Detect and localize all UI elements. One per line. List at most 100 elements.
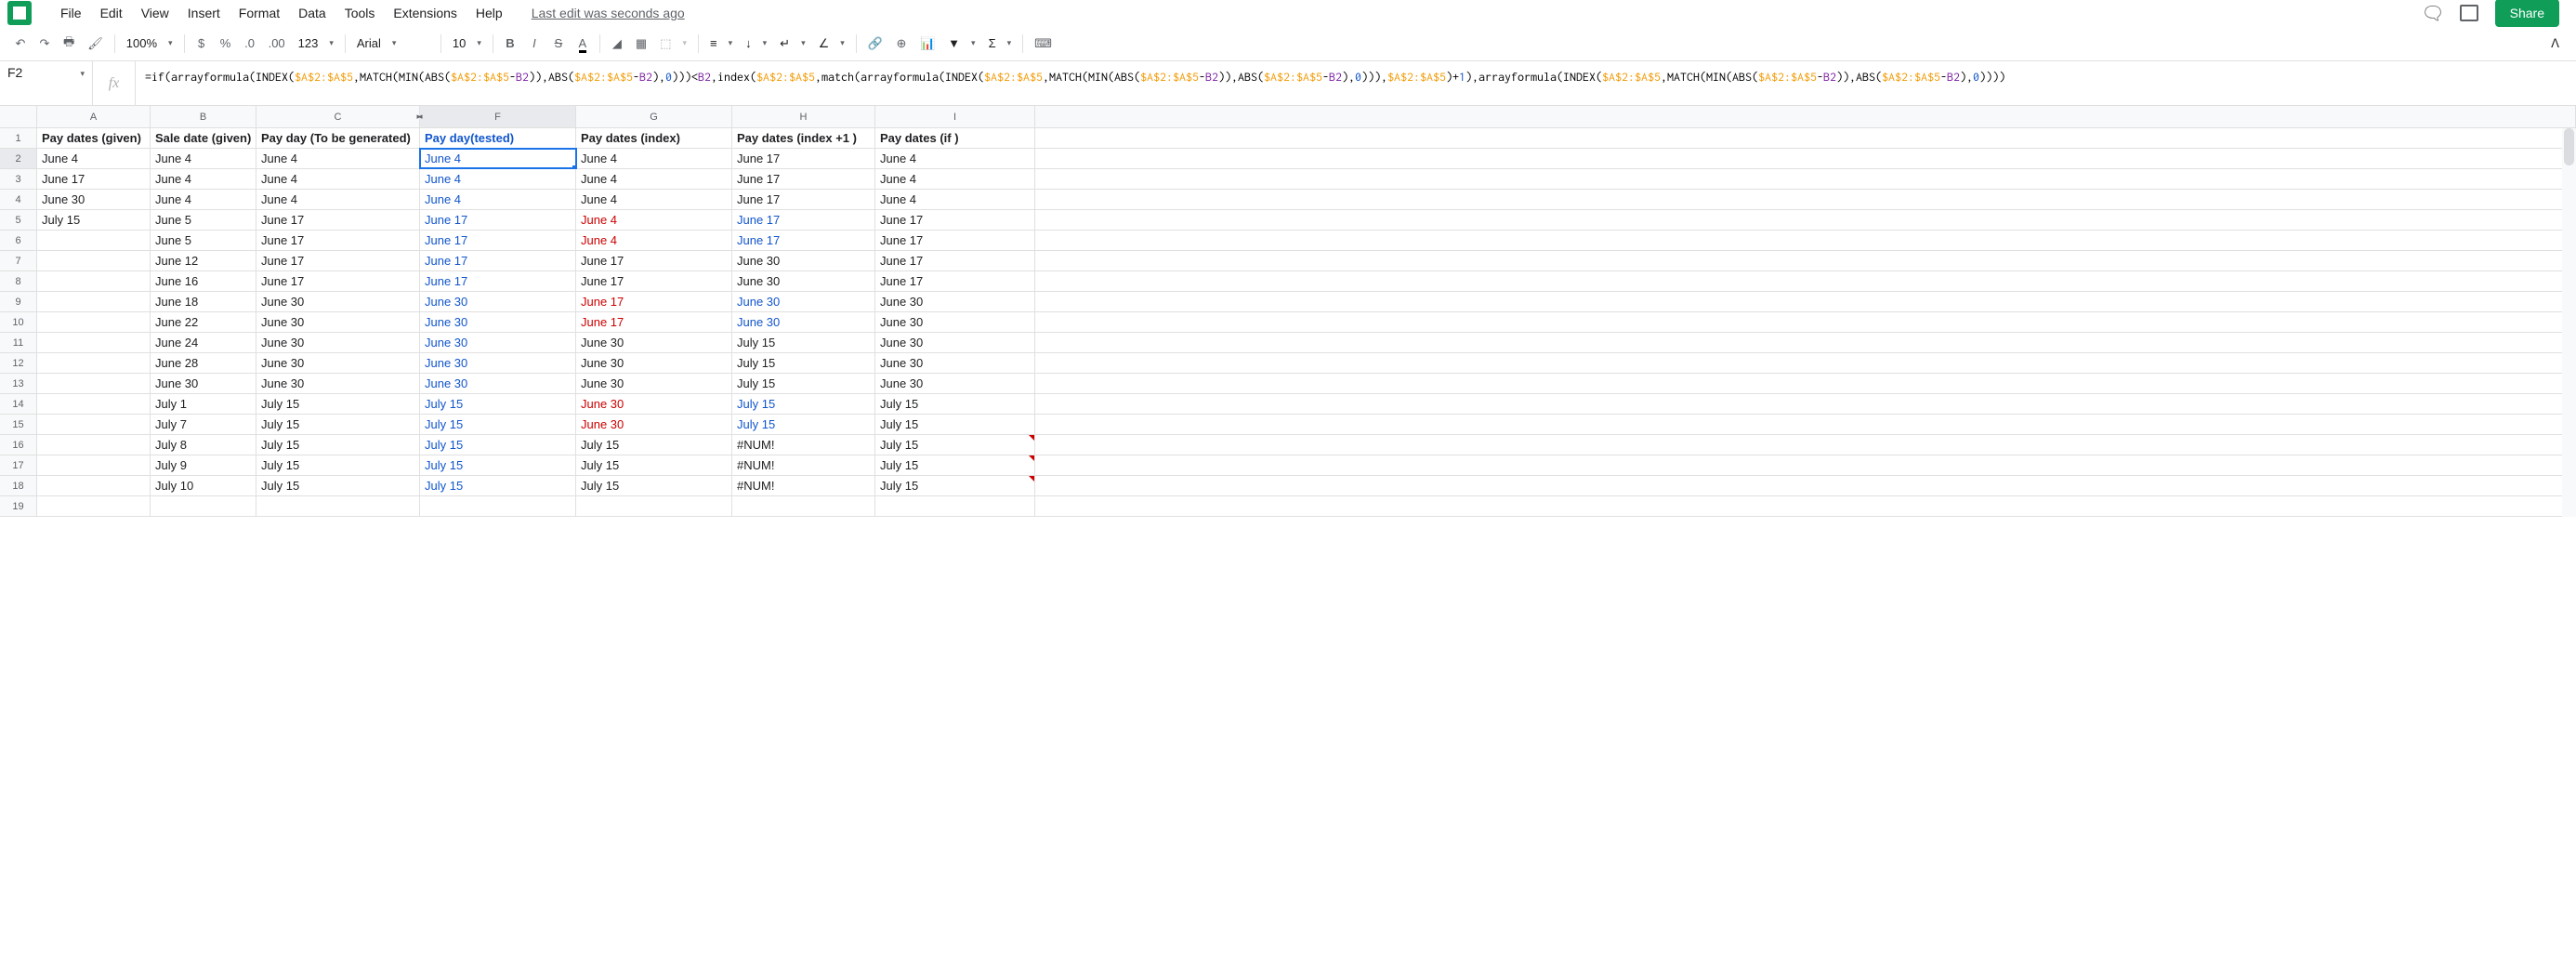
cell[interactable] <box>37 251 151 270</box>
cell[interactable]: June 4 <box>576 210 732 230</box>
cell[interactable] <box>576 496 732 516</box>
col-header-A[interactable]: A <box>37 106 151 127</box>
cell[interactable]: June 30 <box>420 374 576 393</box>
cell[interactable]: June 30 <box>576 374 732 393</box>
cell[interactable]: June 4 <box>420 169 576 189</box>
cell[interactable]: June 17 <box>576 251 732 270</box>
cell[interactable]: July 15 <box>732 353 875 373</box>
cell[interactable]: July 15 <box>732 415 875 434</box>
cell[interactable]: June 4 <box>256 169 420 189</box>
menu-extensions[interactable]: Extensions <box>385 2 465 24</box>
h-align-button[interactable]: ≡ <box>704 33 738 53</box>
cell[interactable]: June 30 <box>875 333 1035 352</box>
menu-format[interactable]: Format <box>230 2 288 24</box>
zoom-select[interactable]: 100% <box>121 33 178 53</box>
cell[interactable]: June 4 <box>576 169 732 189</box>
link-button[interactable]: 🔗 <box>862 32 888 56</box>
cell[interactable]: June 30 <box>875 292 1035 311</box>
cell[interactable]: June 17 <box>256 231 420 250</box>
cell[interactable] <box>151 496 256 516</box>
row-header[interactable]: 4 <box>0 190 37 209</box>
name-box[interactable]: F2 <box>0 61 93 105</box>
cell-header[interactable]: Pay day(tested) <box>420 128 576 148</box>
cell[interactable]: June 12 <box>151 251 256 270</box>
cell[interactable]: July 15 <box>256 394 420 414</box>
col-header-F[interactable]: F <box>420 106 576 127</box>
cell[interactable]: #NUM! <box>732 435 875 455</box>
print-button[interactable]: 🖶 <box>58 32 80 56</box>
cell[interactable]: June 30 <box>732 251 875 270</box>
redo-button[interactable]: ↷ <box>33 32 56 56</box>
cell[interactable]: June 4 <box>875 149 1035 168</box>
cell[interactable]: June 30 <box>732 271 875 291</box>
font-select[interactable]: Arial <box>351 33 435 53</box>
cell[interactable]: June 30 <box>576 353 732 373</box>
cell[interactable]: July 15 <box>875 455 1035 475</box>
increase-decimal-button[interactable]: .00 <box>263 32 291 56</box>
cell[interactable]: June 22 <box>151 312 256 332</box>
comment-button[interactable]: ⊕ <box>890 32 913 56</box>
cell[interactable]: June 17 <box>256 271 420 291</box>
comment-history-icon[interactable]: 🗨 <box>2421 2 2444 25</box>
functions-button[interactable]: Σ <box>983 33 1018 53</box>
cell[interactable]: June 30 <box>256 292 420 311</box>
menu-help[interactable]: Help <box>467 2 511 24</box>
cell[interactable]: June 4 <box>576 231 732 250</box>
cell[interactable]: June 17 <box>875 251 1035 270</box>
cell[interactable]: June 30 <box>151 374 256 393</box>
sheets-logo[interactable] <box>7 1 32 25</box>
cell[interactable]: July 15 <box>420 394 576 414</box>
borders-button[interactable]: ▦ <box>630 32 652 56</box>
row-header[interactable]: 14 <box>0 394 37 414</box>
cell[interactable]: July 10 <box>151 476 256 495</box>
cell[interactable]: June 4 <box>256 190 420 209</box>
decrease-decimal-button[interactable]: .0 <box>239 32 261 56</box>
cell[interactable]: July 15 <box>256 476 420 495</box>
wrap-button[interactable]: ↵ <box>774 33 810 54</box>
cell[interactable] <box>37 455 151 475</box>
cell[interactable]: June 4 <box>151 149 256 168</box>
cell[interactable]: June 5 <box>151 210 256 230</box>
cell[interactable]: July 8 <box>151 435 256 455</box>
cell[interactable]: #NUM! <box>732 455 875 475</box>
row-header[interactable]: 18 <box>0 476 37 495</box>
cell[interactable]: July 15 <box>875 476 1035 495</box>
cell[interactable] <box>37 312 151 332</box>
cell[interactable] <box>732 496 875 516</box>
cell[interactable]: June 30 <box>420 353 576 373</box>
cell[interactable]: June 30 <box>37 190 151 209</box>
cell-header[interactable]: Pay day (To be generated) <box>256 128 420 148</box>
cell[interactable]: June 17 <box>420 210 576 230</box>
cell[interactable]: June 30 <box>576 333 732 352</box>
text-color-button[interactable]: A <box>572 32 594 56</box>
cell[interactable]: July 15 <box>420 455 576 475</box>
cell[interactable]: June 30 <box>732 292 875 311</box>
rotate-button[interactable]: ∠ <box>813 33 850 54</box>
cell[interactable]: June 30 <box>420 312 576 332</box>
share-button[interactable]: Share <box>2495 0 2559 27</box>
cell[interactable] <box>37 333 151 352</box>
cell[interactable]: July 15 <box>256 435 420 455</box>
cell[interactable]: July 15 <box>875 394 1035 414</box>
font-size-select[interactable]: 10 <box>447 33 487 53</box>
italic-button[interactable]: I <box>523 32 545 56</box>
cell[interactable]: June 17 <box>256 251 420 270</box>
cell[interactable]: June 17 <box>420 271 576 291</box>
cell[interactable]: June 30 <box>576 415 732 434</box>
cell[interactable]: June 30 <box>732 312 875 332</box>
cell[interactable]: July 15 <box>420 415 576 434</box>
cell[interactable]: June 17 <box>576 312 732 332</box>
paint-format-button[interactable]: 🖌 <box>82 32 109 56</box>
cell[interactable]: June 17 <box>37 169 151 189</box>
cell[interactable] <box>37 374 151 393</box>
cell[interactable]: June 17 <box>875 210 1035 230</box>
cell[interactable]: June 17 <box>256 210 420 230</box>
strike-button[interactable]: S <box>547 32 570 56</box>
cell[interactable]: July 15 <box>732 394 875 414</box>
row-header[interactable]: 9 <box>0 292 37 311</box>
cell[interactable]: July 15 <box>576 435 732 455</box>
last-edit-link[interactable]: Last edit was seconds ago <box>532 6 685 20</box>
cell[interactable] <box>37 231 151 250</box>
fill-color-button[interactable]: ◢ <box>606 32 628 56</box>
row-header[interactable]: 16 <box>0 435 37 455</box>
